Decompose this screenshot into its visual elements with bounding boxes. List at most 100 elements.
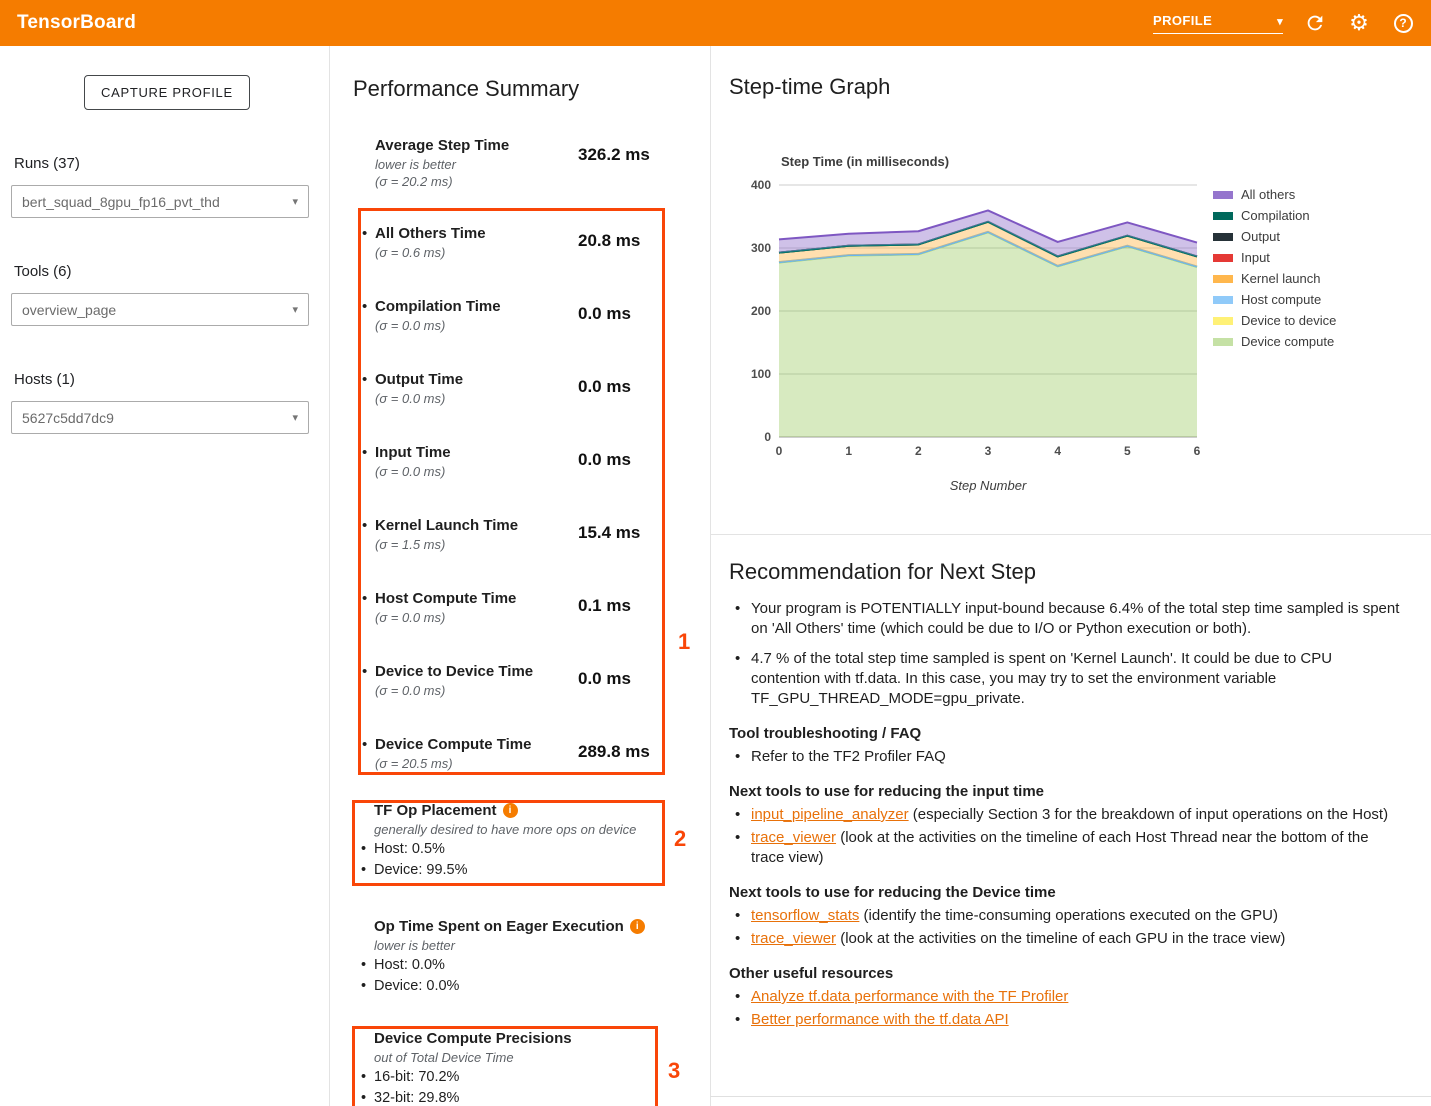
dashboard-selector[interactable]: PROFILE ▾ bbox=[1153, 13, 1283, 34]
section-title: Op Time Spent on Eager Execution bbox=[374, 918, 624, 935]
recommendation-text: (especially Section 3 for the breakdown … bbox=[909, 806, 1388, 823]
metric-value: 0.1 ms bbox=[578, 596, 631, 616]
legend-label: Host compute bbox=[1241, 292, 1321, 307]
legend-swatch bbox=[1213, 233, 1233, 241]
app-title: TensorBoard bbox=[17, 12, 136, 34]
bullet-icon: • bbox=[362, 590, 367, 607]
bullet-icon: • bbox=[361, 957, 366, 974]
metric-row: •Device Compute Time(σ = 20.5 ms)289.8 m… bbox=[353, 736, 665, 809]
hosts-select[interactable]: 5627c5dd7dc9 ▾ bbox=[11, 401, 309, 434]
svg-text:4: 4 bbox=[1054, 444, 1061, 458]
svg-text:200: 200 bbox=[751, 304, 771, 318]
content-bottom-divider bbox=[710, 1096, 1431, 1097]
capture-profile-button[interactable]: CAPTURE PROFILE bbox=[84, 75, 250, 110]
recommendation-link[interactable]: trace_viewer bbox=[751, 930, 836, 947]
metric-sigma: (σ = 1.5 ms) bbox=[375, 537, 445, 552]
metric-row: •Input Time(σ = 0.0 ms)0.0 ms bbox=[353, 444, 665, 517]
legend-swatch bbox=[1213, 317, 1233, 325]
section-subtitle: out of Total Device Time bbox=[374, 1050, 666, 1065]
bullet-icon: • bbox=[735, 828, 740, 848]
bullet-icon: • bbox=[362, 517, 367, 534]
recommendation-link[interactable]: Analyze tf.data performance with the TF … bbox=[751, 988, 1068, 1005]
metric-value: 289.8 ms bbox=[578, 742, 650, 762]
chevron-down-icon: ▾ bbox=[292, 411, 298, 424]
runs-select[interactable]: bert_squad_8gpu_fp16_pvt_thd ▾ bbox=[11, 185, 309, 218]
metric-label: Output Time bbox=[375, 371, 463, 388]
metric-label: Device Compute Time bbox=[375, 736, 531, 753]
metric-label: All Others Time bbox=[375, 225, 486, 242]
metric-sigma: (σ = 0.6 ms) bbox=[375, 245, 445, 260]
tools-select[interactable]: overview_page ▾ bbox=[11, 293, 309, 326]
bullet-icon: • bbox=[361, 1090, 366, 1106]
recommendation-section-heading: Next tools to use for reducing the input… bbox=[729, 783, 1401, 800]
recommendation-section-heading: Other useful resources bbox=[729, 965, 1401, 982]
metric-value: 326.2 ms bbox=[578, 145, 650, 165]
svg-text:6: 6 bbox=[1194, 444, 1201, 458]
help-icon: ? bbox=[1394, 14, 1413, 33]
metric-row: •Kernel Launch Time(σ = 1.5 ms)15.4 ms bbox=[353, 517, 665, 590]
recommendation-item: •tensorflow_stats (identify the time-con… bbox=[729, 906, 1401, 926]
runs-select-value: bert_squad_8gpu_fp16_pvt_thd bbox=[22, 194, 220, 210]
settings-button[interactable]: ⚙ bbox=[1347, 11, 1371, 35]
legend-label: Output bbox=[1241, 229, 1280, 244]
bullet-icon: • bbox=[735, 805, 740, 825]
section-item: •Host: 0.5% bbox=[374, 841, 666, 858]
metric-row: •Device to Device Time(σ = 0.0 ms)0.0 ms bbox=[353, 663, 665, 736]
metric-row: •Compilation Time(σ = 0.0 ms)0.0 ms bbox=[353, 298, 665, 371]
annotation-number-3: 3 bbox=[668, 1058, 680, 1084]
tensorboard-profile-page: TensorBoard PROFILE ▾ ⚙ ? CAPTURE PROFIL… bbox=[0, 0, 1431, 1106]
section-item-text: Device: 99.5% bbox=[374, 862, 468, 878]
recommendation-link[interactable]: input_pipeline_analyzer bbox=[751, 806, 909, 823]
bullet-icon: • bbox=[362, 444, 367, 461]
topbar-actions: PROFILE ▾ ⚙ ? bbox=[1153, 11, 1415, 35]
metric-subtitle: lower is better bbox=[375, 157, 456, 172]
svg-text:400: 400 bbox=[751, 179, 771, 192]
recommendation-text: 4.7 % of the total step time sampled is … bbox=[751, 650, 1332, 707]
legend-label: Kernel launch bbox=[1241, 271, 1321, 286]
reload-button[interactable] bbox=[1303, 11, 1327, 35]
section-items: •Host: 0.0%•Device: 0.0% bbox=[374, 957, 666, 995]
runs-label: Runs (37) bbox=[14, 155, 80, 172]
legend-item: All others bbox=[1213, 184, 1336, 205]
metric-value: 0.0 ms bbox=[578, 377, 631, 397]
info-icon[interactable]: i bbox=[503, 803, 518, 818]
recommendation-item: •Analyze tf.data performance with the TF… bbox=[729, 987, 1401, 1007]
chevron-down-icon: ▾ bbox=[1277, 17, 1283, 28]
svg-text:5: 5 bbox=[1124, 444, 1131, 458]
recommendation-section-heading: Next tools to use for reducing the Devic… bbox=[729, 884, 1401, 901]
metric-value: 15.4 ms bbox=[578, 523, 640, 543]
chart-x-axis-label: Step Number bbox=[729, 478, 1247, 493]
legend-item: Input bbox=[1213, 247, 1336, 268]
section-item-text: 32-bit: 29.8% bbox=[374, 1090, 459, 1106]
recommendation-link[interactable]: tensorflow_stats bbox=[751, 907, 859, 924]
legend-item: Compilation bbox=[1213, 205, 1336, 226]
section-item-text: Host: 0.0% bbox=[374, 957, 445, 973]
bullet-icon: • bbox=[362, 663, 367, 680]
metric-sigma: (σ = 20.5 ms) bbox=[375, 756, 453, 771]
legend-swatch bbox=[1213, 191, 1233, 199]
bullet-icon: • bbox=[361, 841, 366, 858]
section-item: •Host: 0.0% bbox=[374, 957, 666, 974]
step-time-graph-title: Step-time Graph bbox=[729, 74, 890, 100]
help-button[interactable]: ? bbox=[1391, 11, 1415, 35]
info-icon[interactable]: i bbox=[630, 919, 645, 934]
chart-legend: All othersCompilation Output Input Kernel l… bbox=[1213, 184, 1336, 352]
recommendation-text: (identify the time-consuming operations … bbox=[859, 907, 1278, 924]
svg-text:300: 300 bbox=[751, 241, 771, 255]
metric-row: •All Others Time(σ = 0.6 ms)20.8 ms bbox=[353, 225, 665, 298]
tf-op-placement-section: TF Op Placement i generally desired to h… bbox=[374, 802, 666, 879]
recommendation-item: •Your program is POTENTIALLY input-bound… bbox=[729, 599, 1401, 639]
recommendation-link[interactable]: trace_viewer bbox=[751, 829, 836, 846]
tools-label: Tools (6) bbox=[14, 263, 72, 280]
metric-sigma: (σ = 0.0 ms) bbox=[375, 318, 445, 333]
chevron-down-icon: ▾ bbox=[292, 195, 298, 208]
recommendation-item: •4.7 % of the total step time sampled is… bbox=[729, 649, 1401, 709]
recommendation-content: •Your program is POTENTIALLY input-bound… bbox=[729, 599, 1401, 1030]
annotation-number-1: 1 bbox=[678, 629, 690, 655]
section-item-text: 16-bit: 70.2% bbox=[374, 1069, 459, 1085]
recommendation-link[interactable]: Better performance with the tf.data API bbox=[751, 1011, 1009, 1028]
recommendation-item: • input_pipeline_analyzer (especially Sec… bbox=[729, 805, 1401, 825]
legend-label: Device compute bbox=[1241, 334, 1334, 349]
bullet-icon: • bbox=[361, 1069, 366, 1086]
performance-summary-title: Performance Summary bbox=[353, 76, 579, 102]
